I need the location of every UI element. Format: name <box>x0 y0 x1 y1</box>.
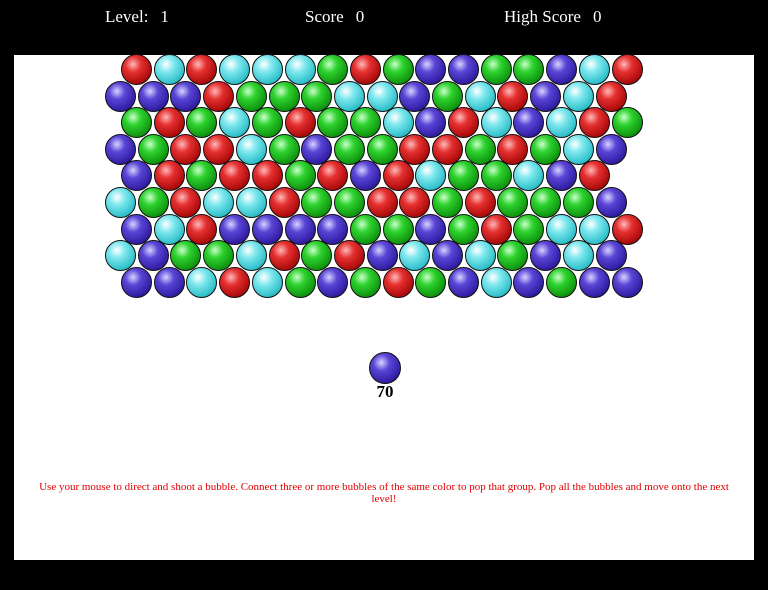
red-bubble <box>153 107 185 139</box>
green-bubble <box>301 187 333 218</box>
cyan-bubble <box>480 266 512 298</box>
blue-bubble <box>153 266 185 298</box>
green-bubble <box>349 107 381 139</box>
green-bubble <box>546 266 578 298</box>
blue-bubble <box>546 160 578 192</box>
green-bubble <box>480 54 512 85</box>
green-bubble <box>497 187 529 218</box>
red-bubble <box>349 54 381 85</box>
green-bubble <box>317 54 349 85</box>
cyan-bubble <box>562 240 594 272</box>
blue-bubble <box>349 160 381 192</box>
bubble-grid <box>0 0 768 300</box>
cyan-bubble <box>251 54 283 85</box>
cyan-bubble <box>186 266 218 298</box>
blue-bubble <box>317 266 349 298</box>
blue-bubble <box>415 54 447 85</box>
green-bubble <box>251 107 283 139</box>
red-bubble <box>317 160 349 192</box>
red-bubble <box>366 187 398 218</box>
cyan-bubble <box>284 54 316 85</box>
blue-bubble <box>546 54 578 85</box>
blue-bubble <box>121 266 152 298</box>
cyan-bubble <box>219 107 251 139</box>
red-bubble <box>448 107 479 139</box>
red-bubble <box>578 107 610 139</box>
red-bubble <box>611 54 643 85</box>
blue-bubble <box>611 266 643 298</box>
green-bubble <box>513 54 545 85</box>
blue-bubble <box>415 107 447 139</box>
green-bubble <box>186 107 218 139</box>
blue-bubble <box>513 266 545 298</box>
green-bubble <box>137 187 169 218</box>
blue-bubble <box>578 266 610 298</box>
red-bubble <box>219 266 251 298</box>
blue-bubble <box>513 107 545 139</box>
blue-bubble <box>530 240 562 272</box>
cyan-bubble <box>382 107 414 139</box>
green-bubble <box>284 266 316 298</box>
green-bubble <box>382 54 414 85</box>
blue-bubble <box>448 266 479 298</box>
red-bubble <box>268 240 300 272</box>
green-bubble <box>186 160 218 192</box>
green-bubble <box>415 266 447 298</box>
cyan-bubble <box>219 54 251 85</box>
green-bubble <box>121 107 152 139</box>
green-bubble <box>562 187 594 218</box>
red-bubble <box>399 187 431 218</box>
blue-bubble <box>595 240 627 272</box>
red-bubble <box>121 54 152 85</box>
red-bubble <box>382 266 414 298</box>
red-bubble <box>268 187 300 218</box>
cyan-bubble <box>513 160 545 192</box>
green-bubble <box>530 187 562 218</box>
shooter-bubble[interactable] <box>369 352 401 384</box>
red-bubble <box>284 107 316 139</box>
cyan-bubble <box>546 107 578 139</box>
blue-bubble <box>432 240 463 272</box>
red-bubble <box>464 187 496 218</box>
cyan-bubble <box>251 266 283 298</box>
red-bubble <box>578 160 610 192</box>
red-bubble <box>333 240 365 272</box>
blue-bubble <box>366 240 398 272</box>
cyan-bubble <box>578 54 610 85</box>
cyan-bubble <box>415 160 447 192</box>
cyan-bubble <box>235 240 267 272</box>
green-bubble <box>317 107 349 139</box>
blue-bubble <box>121 160 152 192</box>
shots-remaining: 70 <box>376 382 394 401</box>
cyan-bubble <box>480 107 512 139</box>
green-bubble <box>333 187 365 218</box>
green-bubble <box>349 266 381 298</box>
red-bubble <box>186 54 218 85</box>
green-bubble <box>203 240 235 272</box>
cyan-bubble <box>203 187 235 218</box>
cyan-bubble <box>235 187 267 218</box>
green-bubble <box>432 187 463 218</box>
instructions-text: Use your mouse to direct and shoot a bub… <box>39 481 729 505</box>
cyan-bubble <box>105 240 136 272</box>
red-bubble <box>170 187 202 218</box>
cyan-bubble <box>153 54 185 85</box>
cyan-bubble <box>464 240 496 272</box>
green-bubble <box>611 107 643 139</box>
blue-bubble <box>137 240 169 272</box>
cyan-bubble <box>105 187 136 218</box>
red-bubble <box>251 160 283 192</box>
blue-bubble <box>595 187 627 218</box>
blue-bubble <box>448 54 479 85</box>
green-bubble <box>448 160 479 192</box>
red-bubble <box>219 160 251 192</box>
